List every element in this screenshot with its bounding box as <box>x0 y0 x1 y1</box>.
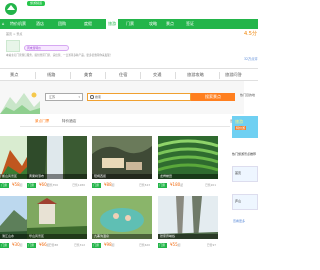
nav-item-visa[interactable]: 签证 <box>186 19 194 29</box>
tab-guides[interactable]: 旅游攻略 <box>187 72 204 78</box>
search-input[interactable]: 搜索 <box>87 93 191 101</box>
tab-divider <box>35 72 36 79</box>
attraction-thumb <box>6 40 20 52</box>
chevron-down-icon: ▾ <box>78 95 80 99</box>
recommend-heading: 热门旅游景点推荐 <box>232 152 257 156</box>
tab-attractions[interactable]: 景点 <box>10 72 18 78</box>
tab-routes[interactable]: 线路 <box>47 72 55 78</box>
recommend-label-2: 庐山 <box>235 199 242 203</box>
nav-item-flights[interactable]: 特价机票 <box>10 19 26 29</box>
tab-lodging[interactable]: 住宿 <box>119 72 127 78</box>
category-tabs: 景点 线路 美食 住宿 交通 旅游攻略 旅游问答 <box>0 68 258 81</box>
hotspot-tab-hotels[interactable]: 特价酒店 <box>62 119 76 124</box>
ticket-badge: 门票 <box>92 243 101 248</box>
region-select-value: 江苏 <box>49 95 56 99</box>
card-photo[interactable] <box>158 136 218 179</box>
recommend-thumb-2[interactable]: 庐山 <box>232 194 258 210</box>
recommend-thumb-1[interactable]: 首页 <box>232 166 258 182</box>
card-caption: 阳朔西街 <box>92 174 152 179</box>
card-price: ¥88起 <box>104 182 115 187</box>
card-photo[interactable] <box>92 136 152 179</box>
search-icon <box>90 95 94 99</box>
attraction-card[interactable]: 九寨沟温泉 门票 ¥98起 已售620 <box>92 196 152 254</box>
card-sales: 已售1280 <box>72 183 85 187</box>
rating-score: 4.5分 <box>244 31 257 37</box>
hotspot-tab-tickets[interactable]: 景点门票 <box>35 119 49 124</box>
top-bar: 旅游频道 <box>0 0 258 20</box>
tab-divider <box>140 72 141 79</box>
nav-item-guides[interactable]: 攻略 <box>149 19 157 29</box>
card-photo[interactable] <box>158 196 218 239</box>
card-sales: 已售97 <box>206 243 216 247</box>
ad-title: 旅游 <box>235 119 243 124</box>
tab-divider <box>219 72 220 79</box>
ticket-badge: 门票 <box>158 243 167 248</box>
tab-qa[interactable]: 旅游问答 <box>225 72 242 78</box>
card-caption: 华山风景区 <box>27 234 87 239</box>
home-icon[interactable]: ⌂ <box>2 19 5 29</box>
ticket-badge: 门票 <box>27 243 36 248</box>
nav-item-travel[interactable]: 旅游 <box>106 19 118 29</box>
card-price: ¥30起 <box>12 242 23 247</box>
hot-destinations-link[interactable]: 热门目的地 <box>240 93 255 97</box>
tab-divider <box>70 72 71 79</box>
tab-divider <box>175 72 176 79</box>
card-caption: 张家界峡谷 <box>158 234 218 239</box>
attraction-card[interactable]: 阳朔西街 门票 ¥88起 已售543 <box>92 136 152 194</box>
card-sales: 已售543 <box>139 183 150 187</box>
nav-item-hotel[interactable]: 酒店 <box>36 19 44 29</box>
attraction-card[interactable]: 张家界峡谷 门票 ¥55起 已售97 <box>158 196 218 254</box>
tab-transport[interactable]: 交通 <box>153 72 161 78</box>
card-price: ¥60起 <box>39 182 50 187</box>
search-button[interactable]: 搜索景点 <box>191 93 235 101</box>
card-sales: 已售312 <box>74 243 85 247</box>
attraction-card[interactable]: 华山风景区 门票 ¥66起 已售312 <box>27 196 87 254</box>
card-sales: 已售620 <box>139 243 150 247</box>
mountain-illustration-icon <box>0 92 40 114</box>
nav-item-groupbuy[interactable]: 团购 <box>58 19 66 29</box>
ticket-badge: 门票 <box>158 183 167 188</box>
main-nav: ⌂ 特价机票 酒店 团购 度假 旅游 门票 攻略 景点 签证 <box>0 19 258 29</box>
ticket-badge: 门票 <box>0 243 9 248</box>
card-price: ¥66起 <box>39 242 50 247</box>
card-photo[interactable] <box>27 136 87 179</box>
ad-subtitle: 特价游 <box>235 126 247 130</box>
tab-food[interactable]: 美食 <box>84 72 92 78</box>
attraction-card[interactable]: 黄果树瀑布 门票 ¥60起 已售1280 <box>27 136 87 194</box>
card-price: ¥55起 <box>170 242 181 247</box>
attraction-card[interactable]: 龙脊梯田 门票 ¥180起 已售201 <box>158 136 218 194</box>
site-logo-icon[interactable] <box>3 2 19 16</box>
card-photo[interactable] <box>27 196 87 239</box>
card-photo[interactable] <box>92 196 152 239</box>
ticket-badge: 门票 <box>0 183 9 188</box>
intro-text: 本站主打门票预订服务，提供景区门票、演出票、一日游等多种产品，更多优惠等你来发现… <box>6 54 113 57</box>
view-more-link[interactable]: 查看更多 <box>233 219 245 223</box>
card-price: ¥98起 <box>104 242 115 247</box>
ad-banner[interactable]: 旅游 特价游 <box>232 116 258 138</box>
tab-divider <box>105 72 106 79</box>
promo-badge[interactable]: 周末游特价 <box>24 45 69 51</box>
nav-item-holiday[interactable]: 度假 <box>84 19 92 29</box>
region-select[interactable]: 江苏 ▾ <box>45 93 83 101</box>
card-caption: 九寨沟温泉 <box>92 234 152 239</box>
card-caption: 黄果树瀑布 <box>27 174 87 179</box>
right-sidebar: 旅游 特价游 热门旅游景点推荐 首页 庐山 查看更多 <box>230 116 258 270</box>
nav-item-tickets[interactable]: 门票 <box>126 19 134 29</box>
card-caption: 龙脊梯田 <box>158 174 218 179</box>
card-price: ¥180起 <box>170 182 183 187</box>
card-sales: 已售201 <box>205 183 216 187</box>
nav-item-attractions[interactable]: 景点 <box>166 19 174 29</box>
channel-pill[interactable]: 旅游频道 <box>27 1 46 6</box>
review-count[interactable]: 32万点评 <box>244 56 258 61</box>
hotspot-header: 景点门票 特价酒店 更多 > <box>20 117 239 127</box>
ticket-badge: 门票 <box>27 183 36 188</box>
card-price: ¥58起 <box>12 182 23 187</box>
ticket-badge: 门票 <box>92 183 101 188</box>
search-input-text: 搜索 <box>95 95 102 99</box>
breadcrumb[interactable]: 首页 > 景点 <box>6 32 22 36</box>
recommend-label-1: 首页 <box>235 171 242 175</box>
